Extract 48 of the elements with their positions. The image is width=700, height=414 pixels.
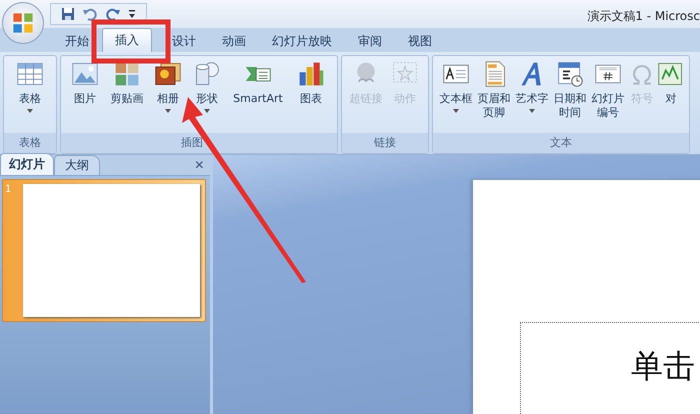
save-icon[interactable] (61, 7, 75, 21)
caret-icon (204, 109, 210, 113)
group-label: 表格 (4, 133, 56, 153)
pane-tab[interactable]: 大纲 (54, 155, 100, 175)
calendar-clock-icon (556, 60, 584, 88)
ribbon-button[interactable]: 幻灯片 编号 (589, 58, 627, 133)
group-label: 链接 (342, 133, 428, 153)
undo-icon[interactable] (82, 7, 98, 21)
photo-album-icon (154, 60, 182, 88)
placeholder-text: 单击 (631, 347, 695, 385)
group-label: 插图 (61, 133, 337, 153)
ribbon-tab[interactable]: 幻灯片放映 (259, 30, 345, 52)
office-button[interactable] (2, 2, 44, 44)
ribbon-button[interactable]: 剪贴画 (105, 58, 149, 133)
ribbon-button[interactable]: 艺术字 (513, 58, 551, 133)
shapes-icon (193, 60, 221, 88)
ribbon-button[interactable]: 文本框 (437, 58, 475, 133)
window-title: 演示文稿1 - Microsc (587, 8, 700, 24)
ribbon-button[interactable]: 页眉和 页脚 (475, 58, 513, 133)
ribbon-button[interactable]: 日期和 时间 (551, 58, 589, 133)
ribbon-tab[interactable]: 视图 (395, 30, 445, 52)
object-icon (657, 60, 685, 88)
ribbon-button[interactable]: 对 (657, 58, 685, 133)
ribbon-tab[interactable]: 动画 (209, 30, 259, 52)
picture-frame-icon (71, 60, 99, 88)
caret-icon (165, 109, 171, 113)
customize-caret-icon[interactable] (128, 9, 136, 19)
ribbon-tab[interactable]: 设计 (152, 30, 209, 52)
title-placeholder[interactable]: 单击 (520, 322, 700, 414)
pane-tab[interactable]: 幻灯片 (0, 153, 54, 175)
slide-number: 1 (5, 184, 12, 197)
ribbon-tab[interactable]: 开始 (52, 30, 102, 52)
redo-icon[interactable] (105, 7, 121, 21)
bar-chart-icon (297, 60, 325, 88)
ribbon-button[interactable]: 相册 (149, 58, 187, 133)
ribbon-tab[interactable]: 插入 (102, 28, 152, 52)
caret-icon (27, 109, 33, 113)
office-logo-icon (11, 11, 35, 35)
ribbon-button[interactable]: 表格 (8, 58, 52, 133)
table-icon (16, 60, 44, 88)
ribbon-button[interactable]: 图表 (289, 58, 333, 133)
caret-icon (453, 109, 459, 113)
caret-icon (529, 109, 535, 113)
ribbon-button[interactable]: SmartArt (227, 58, 289, 133)
ribbon-button[interactable]: 图片 (65, 58, 105, 133)
group-label: 文本 (433, 133, 689, 153)
close-button[interactable]: × (188, 157, 210, 175)
ribbon-tab[interactable]: 审阅 (345, 30, 395, 52)
